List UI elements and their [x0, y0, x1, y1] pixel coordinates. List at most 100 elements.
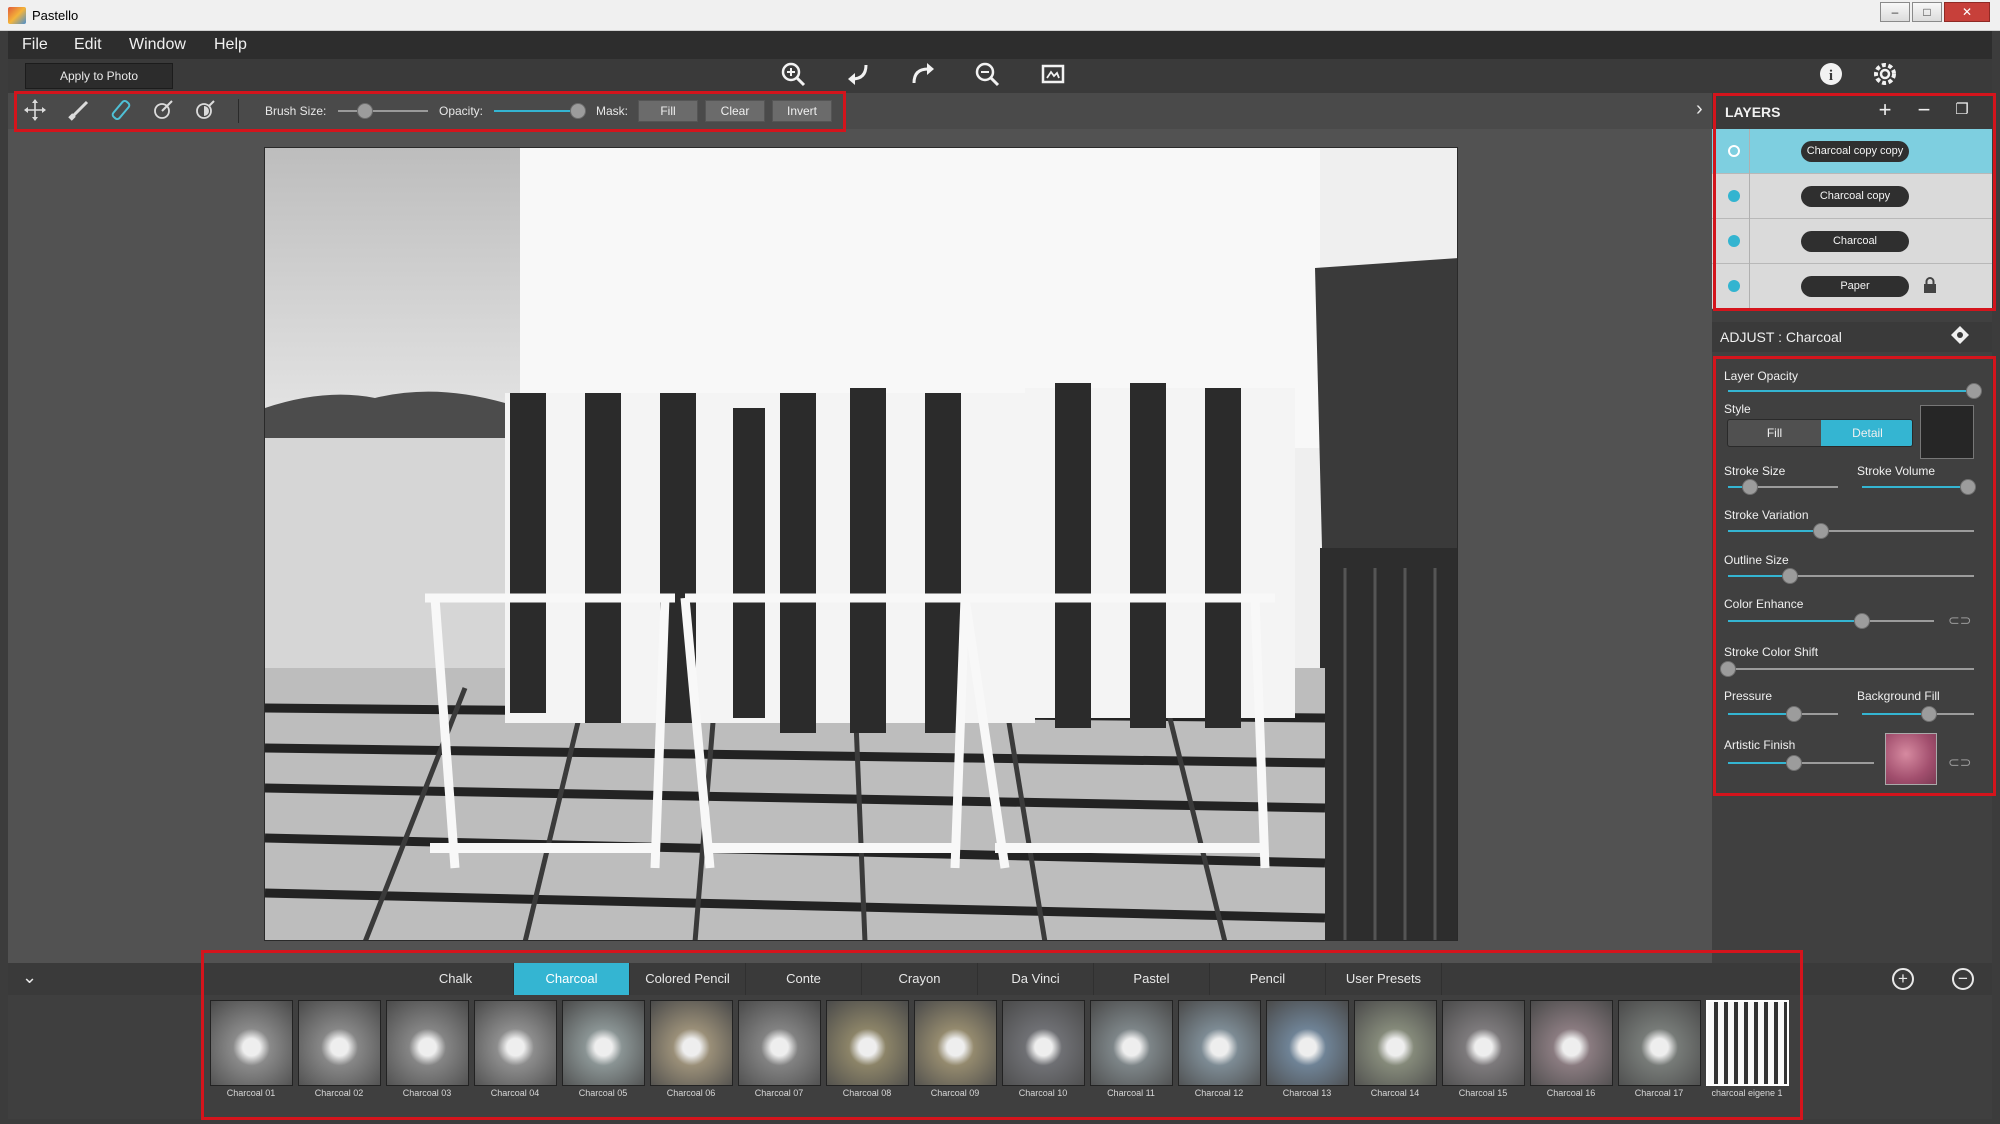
adjust-header: ADJUST : Charcoal: [1712, 322, 1992, 352]
dodge-icon[interactable]: [192, 98, 218, 124]
tab-crayon[interactable]: Crayon: [862, 963, 978, 995]
layer-row[interactable]: Charcoal copy copy: [1712, 129, 1992, 174]
artistic-finish-label: Artistic Finish: [1724, 738, 1796, 752]
stroke-size-slider[interactable]: [1728, 479, 1838, 495]
zoom-out-icon[interactable]: [972, 61, 1002, 91]
stroke-color-swatch[interactable]: [1920, 405, 1974, 459]
layer-row[interactable]: Charcoal copy: [1712, 174, 1992, 219]
menu-window[interactable]: Window: [129, 36, 186, 54]
apply-to-photo-button[interactable]: Apply to Photo: [25, 63, 173, 89]
outline-size-slider[interactable]: [1728, 568, 1974, 584]
preset-thumbnail[interactable]: [914, 1000, 997, 1086]
add-preset-button[interactable]: +: [1892, 968, 1914, 990]
mask-fill-button[interactable]: Fill: [638, 100, 698, 122]
preset-thumbnail[interactable]: [1002, 1000, 1085, 1086]
eraser-icon[interactable]: [108, 98, 134, 124]
duplicate-layer-icon[interactable]: ❐: [1949, 97, 1975, 123]
settings-icon[interactable]: [1870, 61, 1900, 91]
tab-user-presets[interactable]: User Presets: [1326, 963, 1442, 995]
brush-size-slider[interactable]: [338, 110, 428, 112]
layer-visibility-toggle[interactable]: [1728, 145, 1740, 157]
menu-file[interactable]: File: [22, 36, 48, 54]
preset-thumbnail[interactable]: [210, 1000, 293, 1086]
preset-label: Charcoal 01: [226, 1088, 276, 1098]
preset-thumbnail[interactable]: [386, 1000, 469, 1086]
tab-pencil[interactable]: Pencil: [1210, 963, 1326, 995]
undo-icon[interactable]: [844, 61, 874, 91]
layer-name: Charcoal copy copy: [1801, 141, 1909, 162]
preset-thumbnail[interactable]: [562, 1000, 645, 1086]
artistic-finish-slider[interactable]: [1728, 755, 1874, 771]
photo-canvas[interactable]: [264, 147, 1458, 941]
minimize-button[interactable]: –: [1880, 2, 1910, 22]
preset-thumbnail[interactable]: [1266, 1000, 1349, 1086]
opacity-knob[interactable]: [569, 103, 586, 119]
preset-label: Charcoal 12: [1194, 1088, 1244, 1098]
preset-category-bar: ⌄ Chalk Charcoal Colored Pencil Conte Cr…: [8, 963, 1992, 995]
smudge-icon[interactable]: [150, 98, 176, 124]
preset-thumbnail[interactable]: [474, 1000, 557, 1086]
redo-icon[interactable]: [908, 61, 938, 91]
preset-thumbnail[interactable]: [298, 1000, 381, 1086]
layer-row[interactable]: Paper: [1712, 264, 1992, 309]
preset-thumbnail[interactable]: [1618, 1000, 1701, 1086]
move-icon[interactable]: [22, 98, 48, 124]
preset-thumbnail[interactable]: [1530, 1000, 1613, 1086]
preset-thumbnail[interactable]: [650, 1000, 733, 1086]
preset-thumbnail[interactable]: [1354, 1000, 1437, 1086]
tab-da-vinci[interactable]: Da Vinci: [978, 963, 1094, 995]
background-fill-slider[interactable]: [1862, 706, 1974, 722]
remove-preset-button[interactable]: −: [1952, 968, 1974, 990]
chevron-right-icon[interactable]: ›: [1696, 98, 1703, 121]
brush-toolbar: Brush Size: Opacity: Mask: Fill Clear In…: [8, 93, 1712, 129]
remove-layer-icon[interactable]: −: [1911, 97, 1937, 123]
app-logo-icon: [8, 7, 26, 24]
style-fill-option[interactable]: Fill: [1728, 420, 1821, 446]
preset-thumbnail[interactable]: [826, 1000, 909, 1086]
fit-screen-icon[interactable]: [1038, 61, 1068, 91]
info-icon[interactable]: i: [1816, 61, 1846, 91]
menu-help[interactable]: Help: [214, 36, 247, 54]
tab-chalk[interactable]: Chalk: [398, 963, 514, 995]
lock-icon[interactable]: [1923, 277, 1937, 296]
brush-size-knob[interactable]: [357, 103, 373, 119]
menu-edit[interactable]: Edit: [74, 36, 102, 54]
opacity-label: Opacity:: [439, 104, 484, 118]
pressure-slider[interactable]: [1728, 706, 1838, 722]
preset-thumbnail[interactable]: [738, 1000, 821, 1086]
stroke-color-shift-slider[interactable]: [1720, 661, 1974, 677]
preset-thumbnail[interactable]: [1178, 1000, 1261, 1086]
layers-title: LAYERS: [1725, 104, 1781, 120]
opacity-slider[interactable]: [494, 110, 582, 112]
stroke-variation-slider[interactable]: [1728, 523, 1974, 539]
tab-conte[interactable]: Conte: [746, 963, 862, 995]
preset-thumbnail[interactable]: [1442, 1000, 1525, 1086]
link-icon[interactable]: ⊂⊃: [1948, 754, 1971, 771]
layer-visibility-toggle[interactable]: [1728, 190, 1740, 202]
layer-visibility-toggle[interactable]: [1728, 280, 1740, 292]
preset-thumbnail[interactable]: [1090, 1000, 1173, 1086]
chevron-down-icon[interactable]: ⌄: [22, 967, 37, 988]
layer-visibility-toggle[interactable]: [1728, 235, 1740, 247]
reset-icon[interactable]: [1950, 325, 1970, 350]
artistic-finish-texture-thumbnail[interactable]: [1885, 733, 1937, 785]
mask-clear-button[interactable]: Clear: [705, 100, 765, 122]
layer-opacity-slider[interactable]: [1728, 383, 1982, 399]
preset-label: Charcoal 04: [490, 1088, 540, 1098]
maximize-button[interactable]: □: [1912, 2, 1942, 22]
close-button[interactable]: ✕: [1944, 2, 1990, 22]
style-detail-option[interactable]: Detail: [1821, 420, 1912, 446]
zoom-in-icon[interactable]: [778, 61, 808, 91]
layer-row[interactable]: Charcoal: [1712, 219, 1992, 264]
stroke-volume-slider[interactable]: [1862, 479, 1977, 495]
tab-pastel[interactable]: Pastel: [1094, 963, 1210, 995]
tab-colored-pencil[interactable]: Colored Pencil: [630, 963, 746, 995]
stroke-variation-label: Stroke Variation: [1724, 508, 1809, 522]
brush-icon[interactable]: [66, 98, 92, 124]
preset-thumbnail[interactable]: [1706, 1000, 1789, 1086]
mask-invert-button[interactable]: Invert: [772, 100, 832, 122]
color-enhance-slider[interactable]: [1728, 613, 1934, 629]
add-layer-icon[interactable]: +: [1872, 97, 1898, 123]
tab-charcoal[interactable]: Charcoal: [514, 963, 630, 995]
link-icon[interactable]: ⊂⊃: [1948, 612, 1971, 629]
